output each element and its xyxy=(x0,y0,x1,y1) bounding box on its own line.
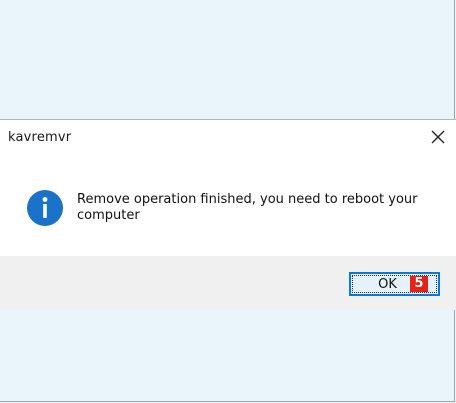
ok-button[interactable]: OK 5 xyxy=(349,272,440,296)
dialog-titlebar[interactable]: kavremvr xyxy=(0,120,456,156)
info-icon xyxy=(27,190,63,226)
ok-button-label: OK xyxy=(378,276,397,292)
dialog-message: Remove operation finished, you need to r… xyxy=(77,192,418,223)
dialog-footer: OK 5 xyxy=(0,256,456,310)
close-icon xyxy=(431,130,445,144)
step-number-badge: 5 xyxy=(410,276,428,292)
close-button[interactable] xyxy=(420,120,456,154)
desktop-background: kavremvr Remove operation finished, you … xyxy=(0,0,456,403)
dialog-content: Remove operation finished, you need to r… xyxy=(0,156,456,255)
dialog-title: kavremvr xyxy=(8,130,72,145)
message-dialog: kavremvr Remove operation finished, you … xyxy=(0,119,456,310)
